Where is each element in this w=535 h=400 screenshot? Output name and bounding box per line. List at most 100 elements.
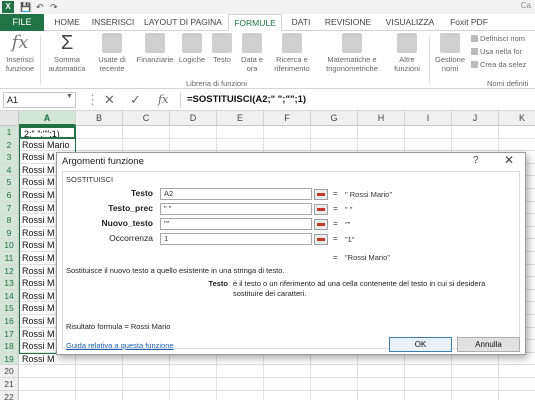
cell[interactable] [311, 138, 358, 152]
ok-button[interactable]: OK [389, 337, 452, 352]
cell[interactable] [452, 365, 499, 378]
cell-a[interactable] [19, 390, 76, 400]
cell[interactable] [76, 378, 123, 391]
tab-foxit-pdf[interactable]: Foxit PDF [444, 14, 494, 31]
cell[interactable] [358, 390, 405, 400]
tab-formule[interactable]: FORMULE [228, 14, 282, 31]
cancel-button[interactable]: Annulla [457, 337, 520, 352]
row-header[interactable]: 13 [0, 277, 19, 290]
cell[interactable] [170, 390, 217, 400]
save-icon[interactable]: 💾 [20, 1, 31, 13]
cell[interactable] [405, 138, 452, 152]
cell[interactable] [499, 365, 535, 378]
column-header-e[interactable]: E [217, 111, 264, 126]
cell[interactable] [170, 378, 217, 391]
text-functions-button[interactable]: Testo [209, 33, 235, 64]
column-header-f[interactable]: F [264, 111, 311, 126]
column-header-c[interactable]: C [123, 111, 170, 126]
row-header[interactable]: 11 [0, 252, 19, 265]
create-from-selection-button[interactable]: Crea da selez [471, 59, 526, 70]
row-header[interactable]: 8 [0, 214, 19, 227]
cell[interactable] [170, 365, 217, 378]
cell[interactable] [311, 378, 358, 391]
autosum-button[interactable]: Σ Somma automatica [44, 33, 90, 73]
range-picker-icon[interactable] [314, 204, 328, 215]
cell[interactable] [499, 378, 535, 391]
cell[interactable] [311, 390, 358, 400]
row-header[interactable]: 17 [0, 327, 19, 341]
cell[interactable] [264, 138, 311, 152]
cell[interactable] [123, 126, 170, 139]
row-header[interactable]: 7 [0, 201, 19, 215]
cell[interactable] [311, 126, 358, 139]
row-header[interactable]: 18 [0, 340, 19, 353]
cell[interactable] [264, 126, 311, 139]
confirm-check-icon[interactable]: ✓ [130, 92, 141, 108]
cell[interactable] [499, 126, 535, 139]
chevron-down-icon[interactable]: ▼ [66, 93, 73, 100]
fx-icon[interactable]: fx [158, 92, 168, 108]
select-all-corner[interactable] [0, 111, 19, 126]
cell[interactable] [452, 126, 499, 139]
cell[interactable] [358, 138, 405, 152]
define-name-button[interactable]: Definisci nom [471, 33, 525, 44]
insert-function-button[interactable]: fx Inserisci funzione [2, 33, 38, 74]
arg-input-nuovo-testo[interactable]: "" [160, 218, 312, 230]
tab-file[interactable]: FILE [0, 14, 44, 31]
arg-input-occorrenza[interactable]: 1 [160, 233, 312, 245]
cell[interactable] [217, 365, 264, 378]
row-header[interactable]: 6 [0, 189, 19, 202]
range-picker-icon[interactable] [314, 234, 328, 245]
row-header[interactable]: 9 [0, 226, 19, 240]
tab-home[interactable]: HOME [48, 14, 86, 31]
cell[interactable] [76, 138, 123, 152]
row-header[interactable]: 1 [0, 126, 19, 139]
undo-icon[interactable]: ↶ [36, 1, 44, 13]
cell[interactable] [76, 365, 123, 378]
help-link[interactable]: Guida relativa a questa funzione [66, 341, 174, 350]
row-header[interactable]: 5 [0, 176, 19, 189]
cell[interactable] [405, 126, 452, 139]
column-header-d[interactable]: D [170, 111, 217, 126]
cell[interactable] [358, 126, 405, 139]
row-header[interactable]: 21 [0, 378, 19, 391]
cell[interactable] [123, 390, 170, 400]
cell[interactable] [264, 365, 311, 378]
more-functions-button[interactable]: Altre funzioni [388, 33, 426, 73]
name-manager-button[interactable]: Gestione nomi [432, 33, 468, 73]
redo-icon[interactable]: ↷ [50, 1, 58, 13]
row-header[interactable]: 14 [0, 289, 19, 303]
cell[interactable] [123, 365, 170, 378]
range-picker-icon[interactable] [314, 189, 328, 200]
cell[interactable] [217, 378, 264, 391]
column-header-b[interactable]: B [76, 111, 123, 126]
tab-visualizza[interactable]: VISUALIZZA [380, 14, 440, 31]
cell-a[interactable] [19, 378, 76, 391]
cell[interactable] [264, 390, 311, 400]
column-header-k[interactable]: K [499, 111, 535, 126]
cell[interactable] [405, 365, 452, 378]
cell[interactable] [452, 138, 499, 152]
cell[interactable] [123, 378, 170, 391]
row-header[interactable]: 4 [0, 163, 19, 177]
cell-a[interactable]: 2;" ";"";1) [19, 126, 76, 139]
financial-functions-button[interactable]: Finanziarie [133, 33, 177, 64]
column-header-a[interactable]: A [19, 111, 76, 126]
cell[interactable] [170, 126, 217, 139]
lookup-functions-button[interactable]: Ricerca e riferimento [268, 33, 316, 73]
row-header[interactable]: 2 [0, 138, 19, 152]
column-header-g[interactable]: G [311, 111, 358, 126]
column-header-i[interactable]: I [405, 111, 452, 126]
cell[interactable] [217, 390, 264, 400]
formula-input[interactable]: =SOSTITUISCI(A2;" ";"";1) [180, 92, 532, 108]
math-functions-button[interactable]: Matematiche e trigonometriche [318, 33, 386, 73]
arg-input-testo-prec[interactable]: " " [160, 203, 312, 215]
cell[interactable] [311, 365, 358, 378]
cell[interactable] [452, 378, 499, 391]
row-header[interactable]: 20 [0, 365, 19, 378]
cell[interactable] [405, 378, 452, 391]
cell[interactable] [264, 378, 311, 391]
row-header[interactable]: 19 [0, 352, 19, 366]
column-header-j[interactable]: J [452, 111, 499, 126]
logical-functions-button[interactable]: Logiche [176, 33, 208, 64]
